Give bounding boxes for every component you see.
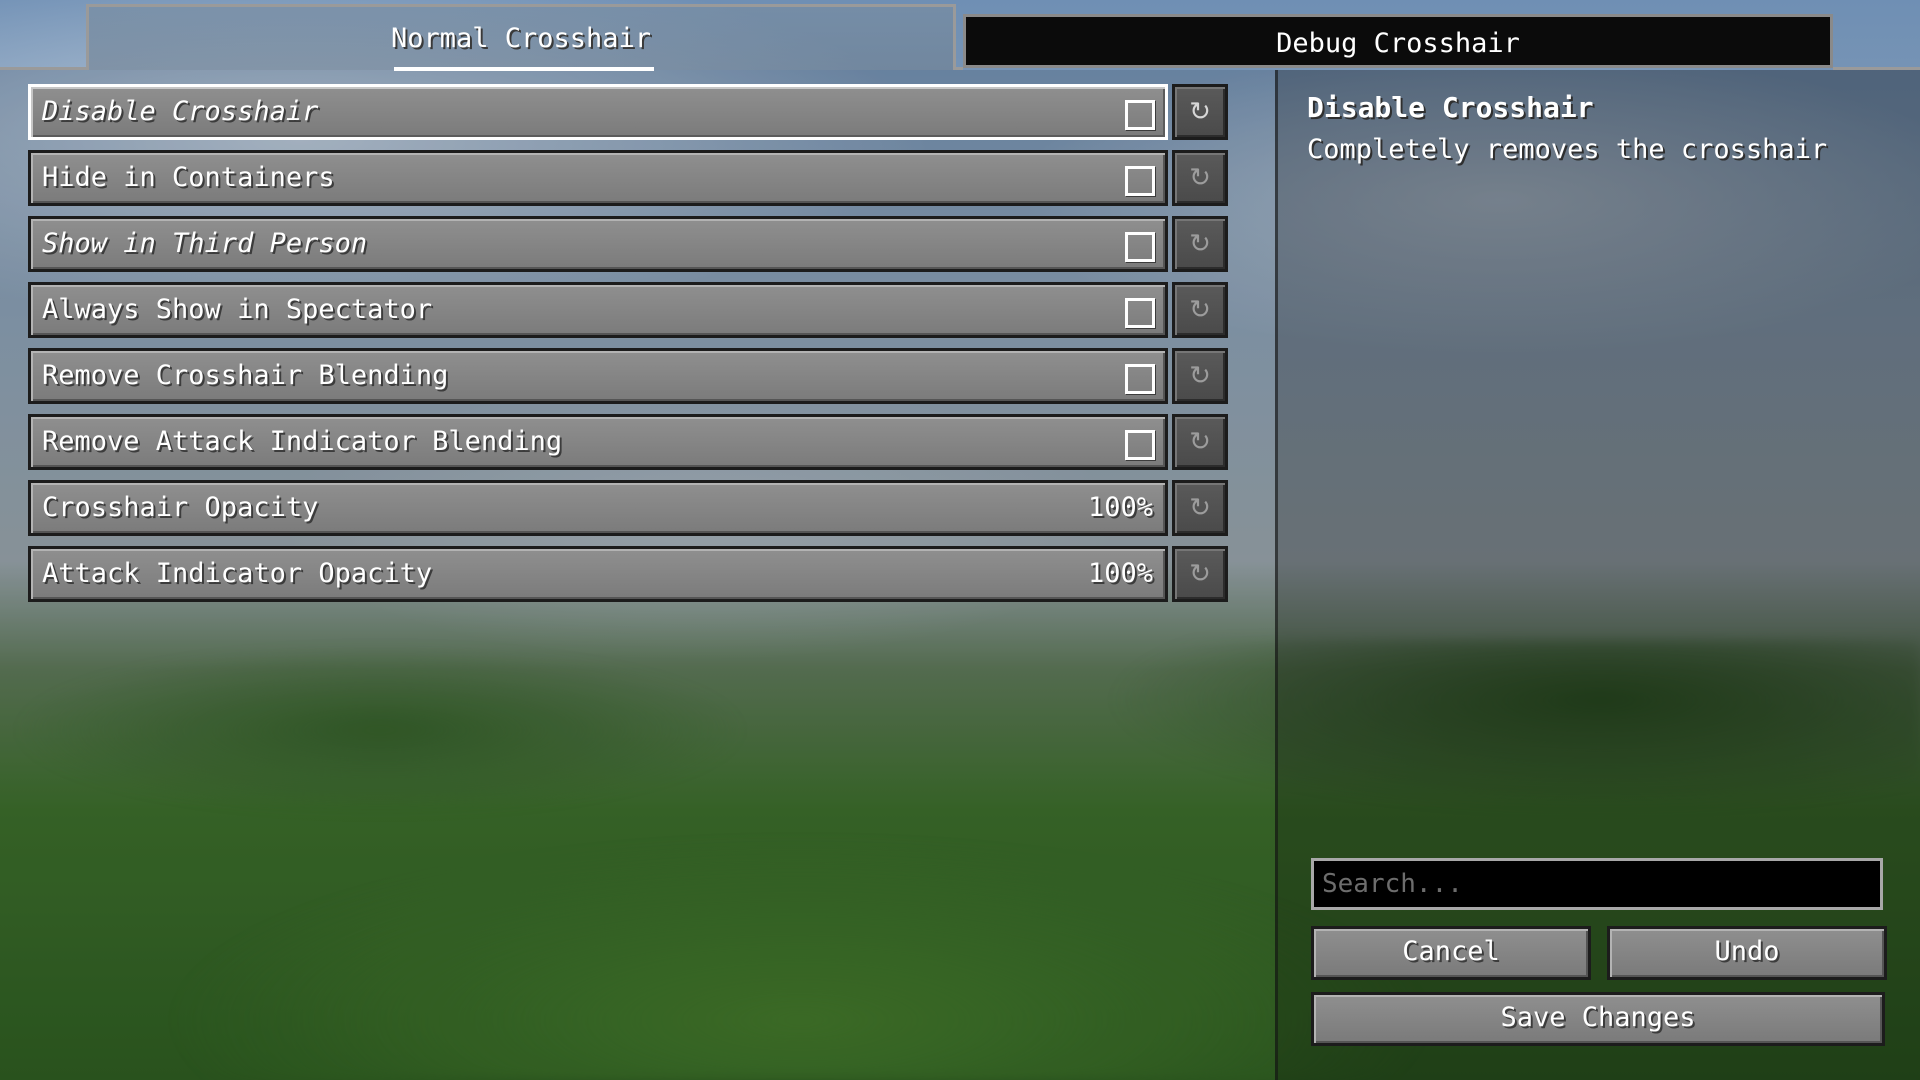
tab-bar-line-left [0,67,86,70]
reset-button[interactable]: ↻ [1172,216,1228,272]
reset-button[interactable]: ↻ [1172,480,1228,536]
option-row-disable-crosshair[interactable]: Disable Crosshair [28,84,1168,140]
description-title: Disable Crosshair [1307,91,1594,124]
option-label: Attack Indicator Opacity [42,558,433,589]
option-row-hide-in-containers[interactable]: Hide in Containers [28,150,1168,206]
option-value: 100% [1087,492,1153,523]
reset-icon: ↻ [1189,229,1211,259]
option-label: Crosshair Opacity [42,492,319,523]
option-row-always-show-in-spectator[interactable]: Always Show in Spectator [28,282,1168,338]
tab-debug-crosshair[interactable]: Debug Crosshair [963,14,1833,68]
reset-button[interactable]: ↻ [1172,150,1228,206]
option-row-attack-indicator-opacity[interactable]: Attack Indicator Opacity 100% [28,546,1168,602]
option-value: 100% [1087,558,1153,589]
reset-icon: ↻ [1189,361,1211,391]
tab-active-underline [394,67,654,71]
reset-button[interactable]: ↻ [1172,348,1228,404]
reset-button[interactable]: ↻ [1172,84,1228,140]
reset-button[interactable]: ↻ [1172,414,1228,470]
option-row-remove-attack-indicator-blending[interactable]: Remove Attack Indicator Blending [28,414,1168,470]
cancel-button[interactable]: Cancel [1311,926,1591,980]
option-label: Disable Crosshair [42,96,319,127]
reset-button[interactable]: ↻ [1172,546,1228,602]
option-row-crosshair-opacity[interactable]: Crosshair Opacity 100% [28,480,1168,536]
reset-icon: ↻ [1189,163,1211,193]
reset-icon: ↻ [1189,97,1211,127]
option-row-show-in-third-person[interactable]: Show in Third Person [28,216,1168,272]
option-label: Remove Attack Indicator Blending [42,426,563,457]
option-checkbox[interactable] [1125,364,1155,394]
tab-bar-line-right [1833,67,1920,70]
undo-button[interactable]: Undo [1607,926,1887,980]
tab-normal-crosshair[interactable]: Normal Crosshair [86,4,956,71]
option-checkbox[interactable] [1125,100,1155,130]
reset-icon: ↻ [1189,295,1211,325]
tab-label: Debug Crosshair [1276,28,1520,59]
reset-icon: ↻ [1189,427,1211,457]
option-label: Always Show in Spectator [42,294,433,325]
tab-label: Normal Crosshair [390,23,652,54]
reset-icon: ↻ [1189,493,1211,523]
option-label: Show in Third Person [42,228,368,259]
reset-button[interactable]: ↻ [1172,282,1228,338]
option-checkbox[interactable] [1125,298,1155,328]
option-checkbox[interactable] [1125,232,1155,262]
reset-icon: ↻ [1189,559,1211,589]
search-input[interactable] [1311,858,1883,910]
description-text: Completely removes the crosshair [1307,134,1828,165]
option-label: Hide in Containers [42,162,335,193]
save-changes-button[interactable]: Save Changes [1311,992,1885,1046]
option-checkbox[interactable] [1125,430,1155,460]
tab-bar-line-mid [956,67,963,70]
option-checkbox[interactable] [1125,166,1155,196]
option-row-remove-crosshair-blending[interactable]: Remove Crosshair Blending [28,348,1168,404]
option-label: Remove Crosshair Blending [42,360,449,391]
